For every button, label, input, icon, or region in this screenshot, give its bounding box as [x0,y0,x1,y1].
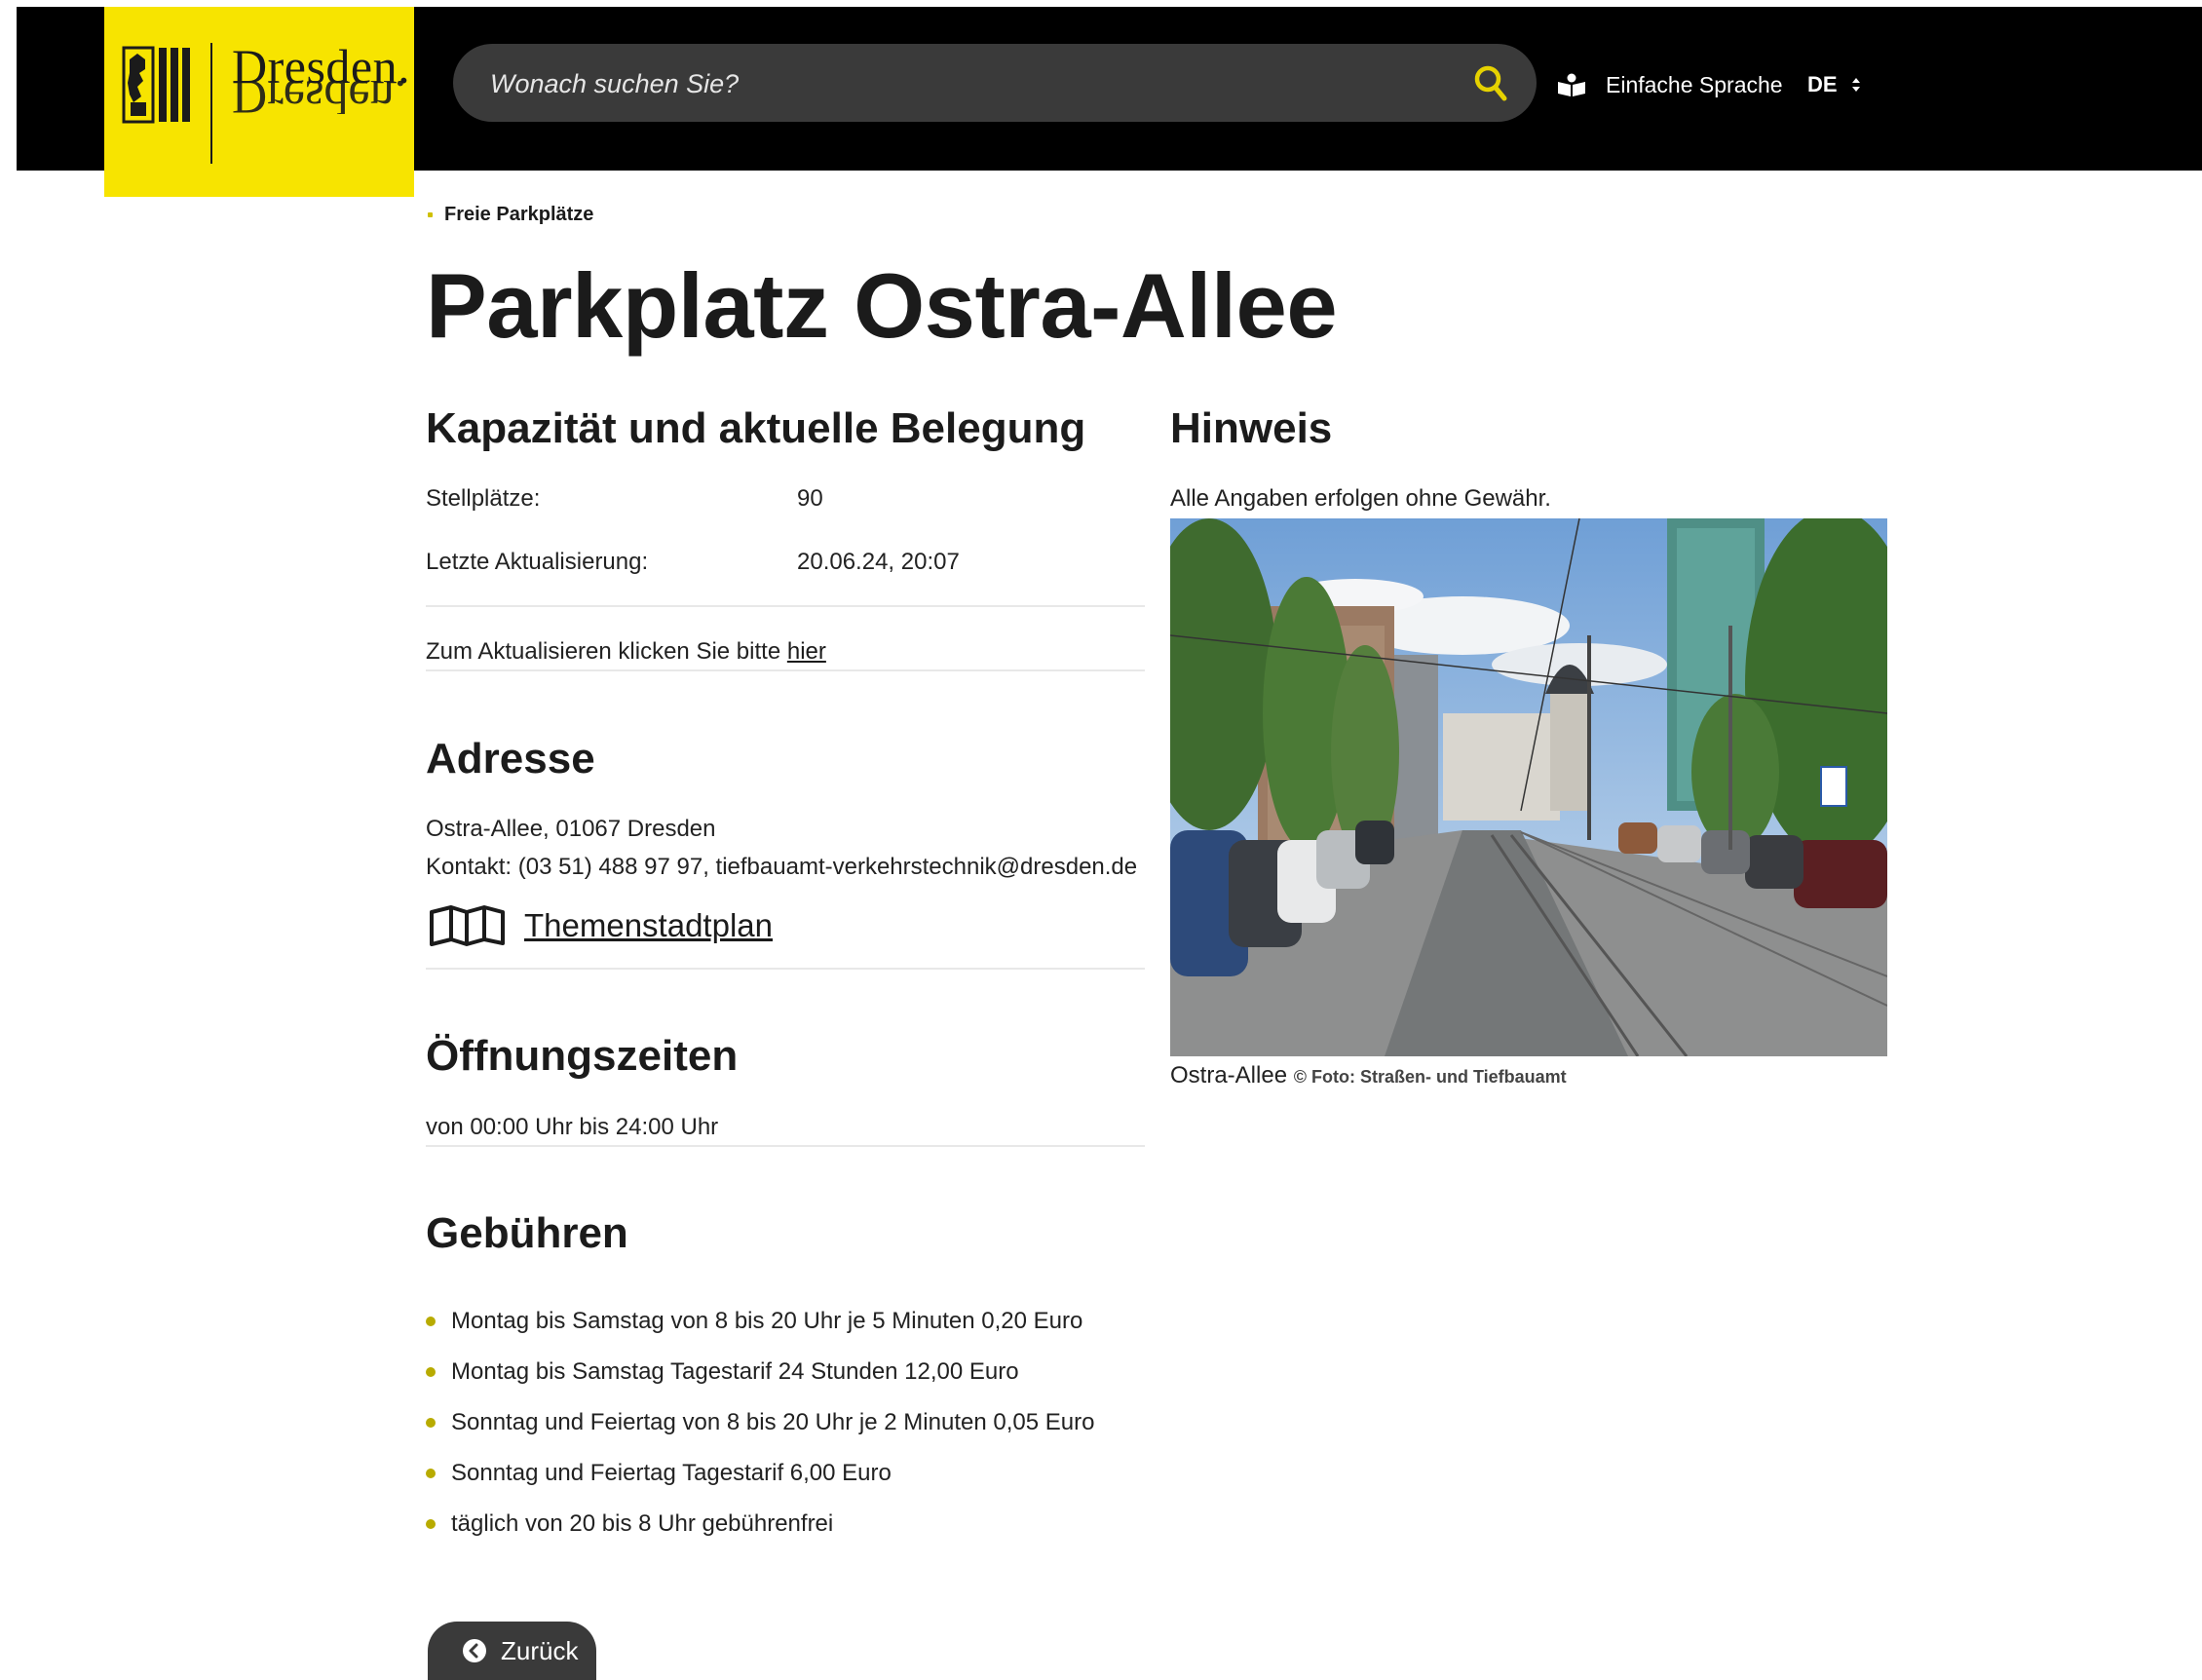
address-line: Ostra-Allee, 01067 Dresden [426,816,716,842]
fee-text: Montag bis Samstag Tagestarif 24 Stunden… [451,1358,1019,1385]
fee-text: täglich von 20 bis 8 Uhr gebührenfrei [451,1510,834,1537]
fee-text: Sonntag und Feiertag Tagestarif 6,00 Eur… [451,1460,892,1486]
fee-text: Montag bis Samstag von 8 bis 20 Uhr je 5… [451,1308,1083,1334]
folded-map-icon [430,905,505,946]
list-item: Sonntag und Feiertag von 8 bis 20 Uhr je… [426,1397,1094,1448]
notice-heading: Hinweis [1170,404,1333,452]
search-input[interactable] [488,44,1447,124]
divider [426,669,1145,671]
chevron-up-down-icon [1851,78,1860,92]
fee-text: Sonntag und Feiertag von 8 bis 20 Uhr je… [451,1409,1095,1435]
street-photo-image [1170,518,1887,1056]
easy-language-label: Einfache Sprache [1606,71,1783,97]
list-item: Sonntag und Feiertag Tagestarif 6,00 Eur… [426,1448,1094,1499]
language-selector[interactable]: DE [1807,68,1861,101]
list-item: Montag bis Samstag Tagestarif 24 Stunden… [426,1347,1094,1397]
page-title: Parkplatz Ostra-Allee [426,254,1338,357]
street-photo[interactable] [1170,518,1887,1056]
divider [426,605,1145,607]
dresden-logo[interactable]: Dresden. Dresden. [104,7,414,197]
spaces-value: 90 [797,485,823,512]
chevron-left-circle-icon [463,1639,486,1662]
spaces-label: Stellplätze: [426,485,541,512]
logo-wordmark-reflection: Dresden. [232,81,407,114]
address-heading: Adresse [426,735,595,783]
notice-text: Alle Angaben erfolgen ohne Gewähr. [1170,485,1551,512]
city-map-label: Themenstadtplan [524,907,773,943]
refresh-link[interactable]: hier [787,638,826,665]
last-update-label: Letzte Aktualisierung: [426,549,649,575]
bullet [426,1367,436,1377]
refresh-text-label: Zum Aktualisieren klicken Sie bitte [426,638,781,665]
city-map-link[interactable]: Themenstadtplan [426,904,773,947]
opening-hours-text: von 00:00 Uhr bis 24:00 Uhr [426,1114,719,1140]
search-bar [453,44,1537,124]
language-label: DE [1807,72,1838,96]
divider [426,968,1145,970]
photo-caption: Ostra-Allee © Foto: Straßen- und Tiefbau… [1170,1062,1567,1089]
fees-heading: Gebühren [426,1209,628,1257]
breadcrumb: Freie Parkplätze [428,204,593,226]
photo-caption-text: Ostra-Allee [1170,1062,1288,1088]
photo-credit: © Foto: Straßen- und Tiefbauamt [1293,1067,1567,1087]
bullet [426,1317,436,1326]
opening-hours-heading: Öffnungszeiten [426,1032,739,1080]
breadcrumb-bullet [428,212,433,217]
search-icon[interactable] [1472,63,1509,102]
bullet [426,1469,436,1478]
book-reader-icon [1558,73,1585,96]
bullet [426,1418,436,1428]
coat-of-arms-icon [122,46,190,124]
back-button[interactable]: Zurück [428,1622,596,1680]
divider [426,1145,1145,1147]
breadcrumb-item-freie-parkplaetze[interactable]: Freie Parkplätze [444,204,593,226]
capacity-heading: Kapazität und aktuelle Belegung [426,404,1086,452]
logo-divider [210,43,212,164]
refresh-text: Zum Aktualisieren klicken Sie bitte hier [426,638,826,667]
list-item: Montag bis Samstag von 8 bis 20 Uhr je 5… [426,1296,1094,1347]
contact-line[interactable]: Kontakt: (03 51) 488 97 97, tiefbauamt-v… [426,854,1137,882]
list-item: täglich von 20 bis 8 Uhr gebührenfrei [426,1499,1094,1549]
easy-language-link[interactable]: Einfache Sprache [1557,68,1783,101]
fees-list: Montag bis Samstag von 8 bis 20 Uhr je 5… [426,1296,1094,1549]
back-button-label: Zurück [501,1635,579,1665]
bullet [426,1519,436,1529]
last-update-value: 20.06.24, 20:07 [797,549,960,575]
